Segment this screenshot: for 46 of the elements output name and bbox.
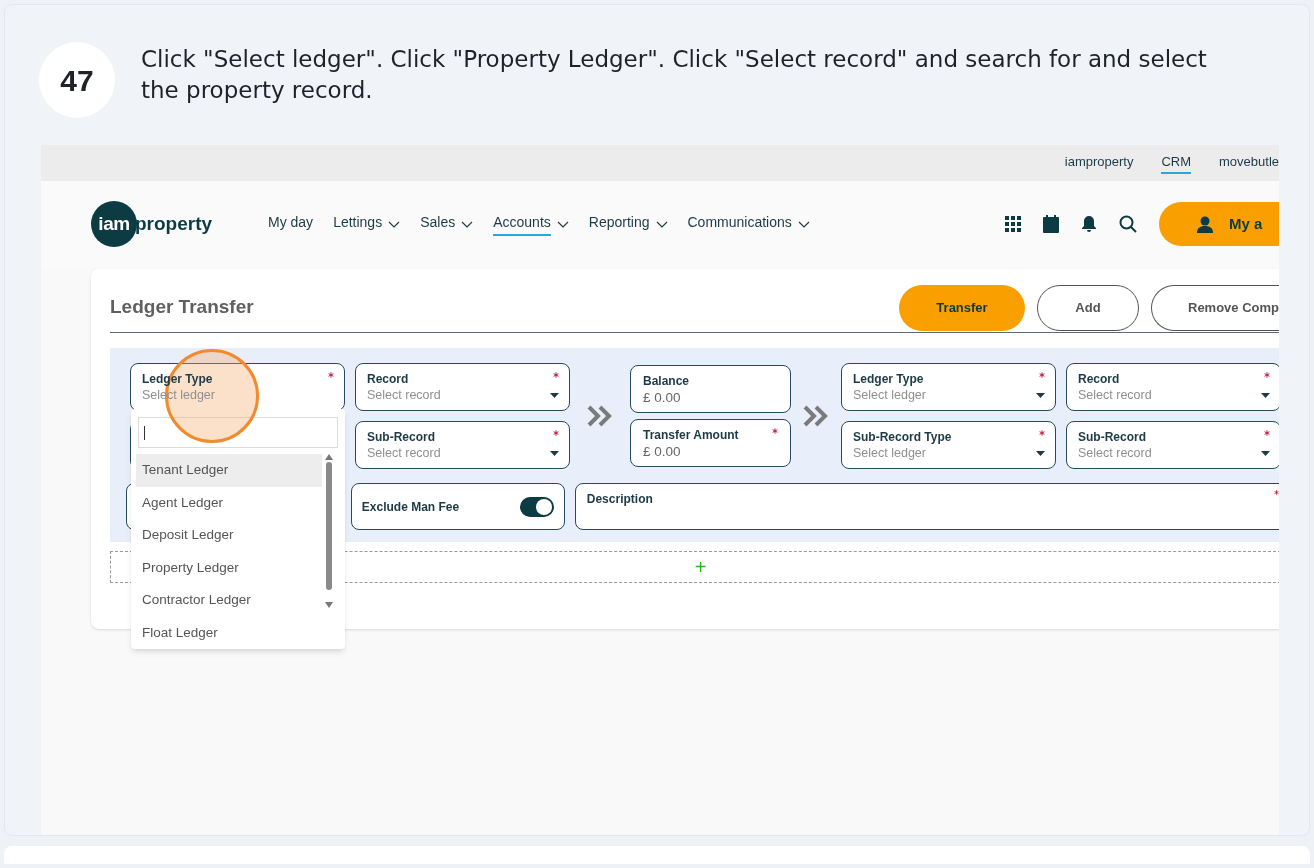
user-icon — [1197, 215, 1213, 233]
scroll-up-arrow-icon[interactable] — [325, 454, 333, 460]
bell-icon[interactable] — [1081, 215, 1097, 233]
nav-link[interactable]: Sales — [420, 212, 456, 236]
page-title: Ledger Transfer — [110, 295, 254, 320]
dropdown-option[interactable]: Contractor Ledger — [136, 584, 322, 617]
toggle-label: Exclude Man Fee — [361, 498, 460, 516]
toggle-switch[interactable] — [519, 496, 554, 517]
amount-field[interactable]: Balance £ 0.00 — [630, 365, 791, 413]
text-cursor — [144, 425, 145, 440]
double-chevron-icon — [803, 405, 829, 427]
nav-link[interactable]: Reporting — [588, 212, 650, 236]
description-field[interactable]: Description — [574, 483, 1279, 530]
amount-field[interactable]: Transfer Amount £ 0.00 — [630, 419, 791, 467]
top-link[interactable]: CRM — [1161, 151, 1191, 175]
dropdown-option[interactable]: Agent Ledger — [136, 486, 322, 519]
select-field[interactable]: Record Select record — [1066, 363, 1279, 411]
logo-mark: iam — [91, 201, 137, 247]
top-link[interactable]: iamproperty — [1064, 151, 1134, 175]
select-field[interactable]: Sub-Record Select record — [1066, 421, 1279, 469]
account-button[interactable]: My a — [1159, 202, 1279, 246]
step-instruction: Click "Select ledger". Click "Property Ledger". Click "Select record" and search for and select the property record. — [141, 45, 1208, 105]
calendar-icon[interactable] — [1043, 215, 1059, 233]
transfer-button[interactable]: Transfer — [899, 284, 1025, 331]
nav-link[interactable]: Communications — [687, 212, 792, 236]
nav-link[interactable]: Accounts — [493, 212, 551, 236]
double-chevron-icon — [587, 405, 613, 427]
step-number: 47 — [39, 42, 115, 118]
action-button[interactable]: Add — [1037, 284, 1139, 331]
scroll-down-arrow-icon[interactable] — [325, 602, 333, 608]
select-field[interactable]: Sub-Record Type Select ledger — [841, 421, 1056, 469]
select-field[interactable]: Ledger Type Select ledger — [841, 363, 1056, 411]
dropdown-option[interactable]: Deposit Ledger — [136, 519, 322, 552]
logo-wordmark: property — [135, 211, 213, 236]
dropdown-search-field[interactable] — [138, 417, 338, 448]
dropdown-option[interactable]: Tenant Ledger — [136, 454, 322, 487]
top-link[interactable]: movebutle — [1219, 151, 1279, 175]
apps-grid-icon[interactable] — [1005, 216, 1021, 232]
nav-link[interactable]: My day — [268, 212, 314, 236]
action-button[interactable]: Remove Comp — [1151, 284, 1279, 331]
select-field[interactable]: Record Select record — [355, 363, 570, 411]
search-icon[interactable] — [1119, 215, 1137, 233]
nav-link[interactable]: Lettings — [333, 212, 383, 236]
dropdown-option[interactable]: Property Ledger — [136, 551, 322, 584]
dropdown-option[interactable]: Float Ledger — [136, 616, 322, 649]
select-field[interactable]: Sub-Record Select record — [355, 421, 570, 469]
